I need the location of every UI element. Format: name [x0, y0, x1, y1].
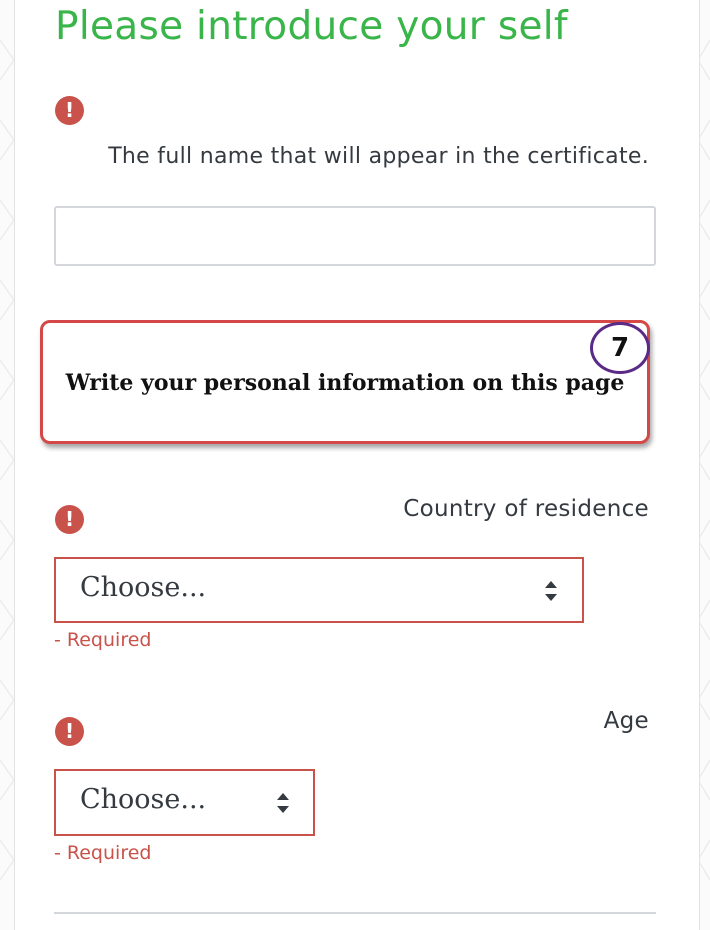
page-title: Please introduce your self	[55, 4, 568, 49]
step-number-badge: 7	[590, 322, 650, 374]
select-arrows-icon	[545, 581, 557, 601]
required-exclamation-icon: !	[55, 96, 84, 125]
full-name-input[interactable]	[54, 206, 656, 266]
age-label: Age	[603, 708, 649, 734]
age-select[interactable]: Choose...	[54, 769, 315, 836]
full-name-label: The full name that will appear in the ce…	[108, 144, 649, 169]
country-label: Country of residence	[403, 496, 649, 522]
select-arrows-icon	[277, 793, 289, 813]
next-field-border	[54, 912, 656, 914]
required-exclamation-icon: !	[55, 505, 84, 534]
age-select-value: Choose...	[80, 784, 207, 815]
country-required-error: - Required	[54, 629, 152, 651]
required-exclamation-icon: !	[55, 717, 84, 746]
instruction-callout-text: Write your personal information on this …	[65, 370, 625, 396]
country-select[interactable]: Choose...	[54, 557, 584, 623]
country-select-value: Choose...	[80, 572, 207, 603]
age-required-error: - Required	[54, 842, 152, 864]
